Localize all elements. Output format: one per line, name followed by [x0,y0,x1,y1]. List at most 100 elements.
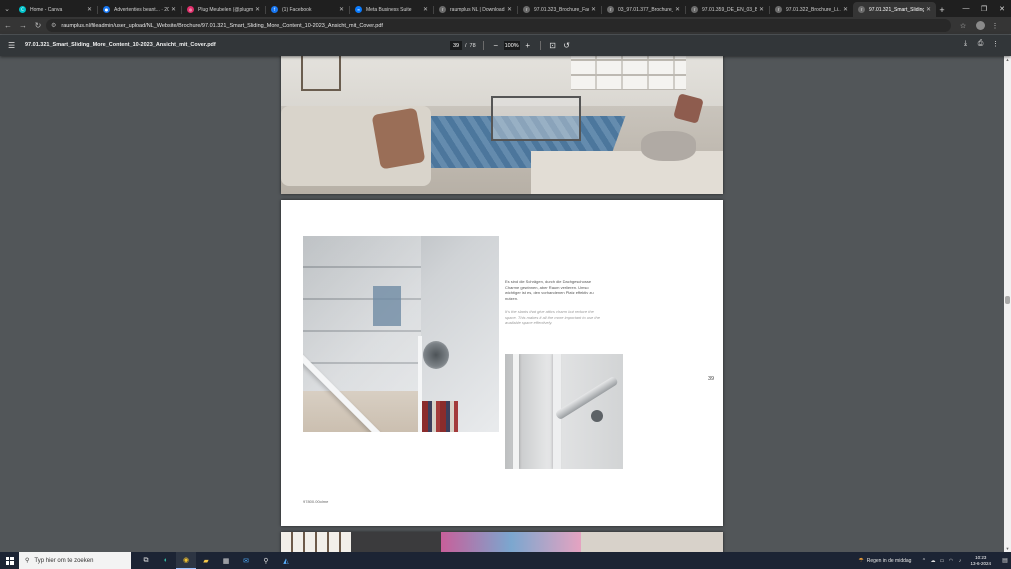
edge-icon[interactable]: ◐ [156,552,176,569]
browser-tab[interactable]: ● Advertenties beant... · 2024✕ [98,2,181,17]
download-icon[interactable]: ⤓ [958,40,973,48]
total-pages: 78 [469,42,476,49]
photo-coffee-table [491,96,581,141]
photo-handle-knob [591,410,603,422]
divider [482,41,484,50]
minimize-icon[interactable]: — [957,0,975,17]
store-icon[interactable]: ▦ [216,552,236,569]
scroll-up-icon[interactable]: ▲ [1004,56,1011,63]
photo-blanket [371,107,426,170]
mail-icon[interactable]: ✉ [236,552,256,569]
site-info-icon[interactable]: ⚙ [51,22,56,29]
forward-icon[interactable]: → [16,19,30,33]
tab-close-icon[interactable]: ✕ [171,6,176,13]
photo-window [281,532,351,552]
search-icon: ⚲ [25,558,30,564]
taskbar-apps: ⧉ ◐ ◉ ▰ ▦ ✉ ⚲ ◭ [136,552,296,569]
tab-close-icon[interactable]: ✕ [87,6,92,13]
tab-close-icon[interactable]: ✕ [423,6,428,13]
tab-favicon-icon: r [691,6,698,13]
body-text-english: It's the slants that give attics charm b… [505,309,600,326]
chrome-icon[interactable]: ◉ [176,552,196,569]
scroll-down-icon[interactable]: ▼ [1004,545,1011,552]
pdf-page-current: Es sind die Schrägen, durch die Dachgesc… [281,200,723,526]
pdf-title: 97.01.321_Smart_Sliding_More_Content_10-… [25,42,216,48]
task-view-icon[interactable]: ⧉ [136,552,156,569]
start-button[interactable] [0,552,19,569]
page-number-input[interactable]: 39 [450,41,462,50]
tab-title: raumplus NL | Download... [450,6,505,13]
pdf-page-previous [281,56,723,194]
taskbar-search[interactable]: ⚲ Typ hier om te zoeken [19,552,131,569]
print-icon[interactable]: ⎙ [973,40,988,48]
browser-tab[interactable]: r 97.01.323_Brochure_Facet...✕ [518,2,601,17]
tab-close-icon[interactable]: ✕ [507,6,512,13]
tab-close-icon[interactable]: ✕ [759,6,764,13]
new-tab-button[interactable]: + [936,2,948,17]
browser-tab[interactable]: ∞ Meta Business Suite ✕ [350,2,433,17]
reload-icon[interactable]: ↻ [31,19,45,33]
clock-date: 13-6-2024 [970,560,991,566]
browser-tab[interactable]: ◎ Plug Meubelen (@plugm... ✕ [182,2,265,17]
browser-tab[interactable]: f (1) Facebook ✕ [266,2,349,17]
volume-icon[interactable]: ♪ [955,558,964,564]
pdf-more-icon[interactable]: ⋮ [988,40,1003,48]
tab-close-icon[interactable]: ✕ [339,6,344,13]
browser-tab[interactable]: r raumplus NL | Download... ✕ [434,2,517,17]
tab-close-icon[interactable]: ✕ [255,6,260,13]
tab-search-icon[interactable]: ⌄ [0,0,14,17]
photo-shelving-rows [571,56,686,90]
chevron-up-icon[interactable]: ^ [919,558,928,564]
cloud-icon[interactable]: ☁ [928,558,937,564]
browser-tab[interactable]: r 97.01.321_Smart_Sliding_ ✕ [853,2,936,17]
tab-title: Plug Meubelen (@plugm... [198,6,253,13]
browser-menu-icon[interactable]: ⋮ [985,22,1005,30]
tab-close-icon[interactable]: ✕ [843,6,848,13]
file-explorer-icon[interactable]: ▰ [196,552,216,569]
photo-chair [301,56,341,91]
app-icon[interactable]: ◭ [276,552,296,569]
clock[interactable]: 10:23 13-6-2024 [970,555,991,567]
system-tray: ☂ Regen in de middag ^ ☁ ▭ ◠ ♪ 10:23 13-… [858,552,1011,569]
tab-close-icon[interactable]: ✕ [926,6,931,13]
photo-books [422,401,458,432]
browser-tab[interactable]: r 97.01.359_DE_EN_03_BI...✕ [686,2,769,17]
zoom-input[interactable]: 100% [503,41,520,50]
browser-tab[interactable]: r 03_97.01.377_Brochure_... ✕ [602,2,685,17]
tab-close-icon[interactable]: ✕ [675,6,680,13]
search-app-icon[interactable]: ⚲ [256,552,276,569]
tab-close-icon[interactable]: ✕ [591,6,596,13]
wifi-icon[interactable]: ◠ [946,558,955,564]
tab-favicon-icon: r [523,6,530,13]
tab-favicon-icon: ● [103,6,110,13]
browser-tab[interactable]: C Home - Canva ✕ [14,2,97,17]
pdf-viewer[interactable]: Es sind die Schrägen, durch die Dachgesc… [0,56,1004,552]
photo-sofa-right [531,151,723,194]
pdf-menu-icon[interactable]: ☰ [8,41,15,50]
rotate-icon[interactable]: ↺ [562,41,572,50]
address-bar[interactable]: ⚙ raumplus.nl/fileadmin/user_upload/NL_W… [46,19,951,32]
restore-icon[interactable]: ❐ [975,0,993,17]
photo-dark-area [351,532,441,552]
browser-tab[interactable]: r 97.01.322_Brochure_Li... ✕ [770,2,853,17]
fit-page-icon[interactable]: ⊡ [548,41,558,50]
browser-tab-strip: ⌄ C Home - Canva ✕ ● Advertenties beant... ·… [0,0,1011,17]
pdf-actions: ⤓ ⎙ ⋮ [958,40,1003,48]
notification-icon[interactable]: ▤ [999,557,1011,564]
tab-favicon-icon: r [775,6,782,13]
profile-avatar[interactable] [976,21,985,30]
close-window-icon[interactable]: ✕ [993,0,1011,17]
page-separator: / [465,42,467,49]
zoom-out-icon[interactable]: − [491,41,501,50]
back-icon[interactable]: ← [1,19,15,33]
network-icon[interactable]: ▭ [937,558,946,564]
bookmark-star-icon[interactable]: ☆ [953,22,973,30]
pdf-page-next [281,532,723,552]
taskbar-search-placeholder: Typ hier om te zoeken [34,557,94,564]
vertical-scrollbar[interactable]: ▲ ▼ [1004,56,1011,552]
scroll-thumb[interactable] [1005,296,1010,304]
url-text: raumplus.nl/fileadmin/user_upload/NL_Web… [61,22,383,29]
weather-widget[interactable]: ☂ Regen in de middag [858,557,911,565]
zoom-in-icon[interactable]: + [523,41,533,50]
tab-title: 97.01.359_DE_EN_03_BI... [702,6,757,13]
